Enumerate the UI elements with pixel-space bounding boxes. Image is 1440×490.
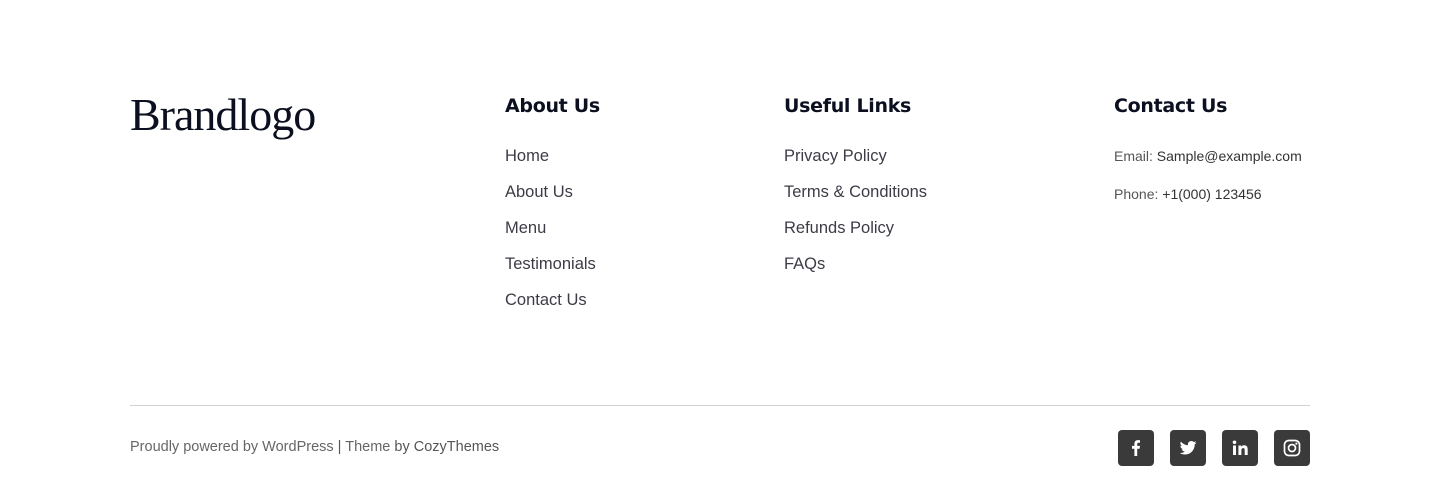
footer-divider <box>130 405 1310 406</box>
about-us-links: Home About Us Menu Testimonials Contact … <box>505 145 600 325</box>
footer-link-menu[interactable]: Menu <box>505 219 546 237</box>
twitter-icon <box>1179 441 1197 455</box>
footer-link-contact-us[interactable]: Contact Us <box>505 291 587 309</box>
phone-link[interactable]: +1(000) 123456 <box>1162 186 1261 202</box>
footer-credits: Proudly powered by WordPress | Theme by … <box>130 436 499 458</box>
email-link[interactable]: Sample@example.com <box>1157 148 1302 164</box>
footer-link-terms-conditions[interactable]: Terms & Conditions <box>784 183 927 201</box>
cozythemes-link[interactable]: by CozyThemes <box>394 439 499 455</box>
social-links <box>1118 430 1310 466</box>
facebook-button[interactable] <box>1118 430 1154 466</box>
linkedin-icon <box>1232 440 1248 455</box>
footer-link-faqs[interactable]: FAQs <box>784 255 825 273</box>
phone-label: Phone: <box>1114 186 1159 202</box>
wordpress-link[interactable]: Proudly powered by WordPress <box>130 439 334 455</box>
email-label: Email: <box>1114 148 1153 164</box>
twitter-button[interactable] <box>1170 430 1206 466</box>
contact-phone: Phone: +1(000) 123456 <box>1114 183 1302 205</box>
footer-link-refunds-policy[interactable]: Refunds Policy <box>784 219 894 237</box>
credits-separator: | <box>337 439 342 455</box>
contact-us-heading: Contact Us <box>1114 95 1228 117</box>
footer-link-testimonials[interactable]: Testimonials <box>505 255 596 273</box>
useful-links-column: Useful Links Privacy Policy Terms & Cond… <box>784 92 927 289</box>
useful-links-heading: Useful Links <box>784 95 912 117</box>
footer-link-home[interactable]: Home <box>505 147 549 165</box>
facebook-icon <box>1132 440 1140 456</box>
contact-email: Email: Sample@example.com <box>1114 145 1302 167</box>
theme-label: Theme <box>345 439 391 455</box>
brand-logo[interactable]: Brandlogo <box>130 86 316 144</box>
instagram-icon <box>1283 439 1301 457</box>
linkedin-button[interactable] <box>1222 430 1258 466</box>
about-us-heading: About Us <box>505 95 600 117</box>
contact-us-column: Contact Us Email: Sample@example.com Pho… <box>1114 92 1302 205</box>
footer-link-about-us[interactable]: About Us <box>505 183 573 201</box>
useful-links-list: Privacy Policy Terms & Conditions Refund… <box>784 145 927 289</box>
about-us-column: About Us Home About Us Menu Testimonials… <box>505 92 600 325</box>
instagram-button[interactable] <box>1274 430 1310 466</box>
footer-link-privacy-policy[interactable]: Privacy Policy <box>784 147 887 165</box>
